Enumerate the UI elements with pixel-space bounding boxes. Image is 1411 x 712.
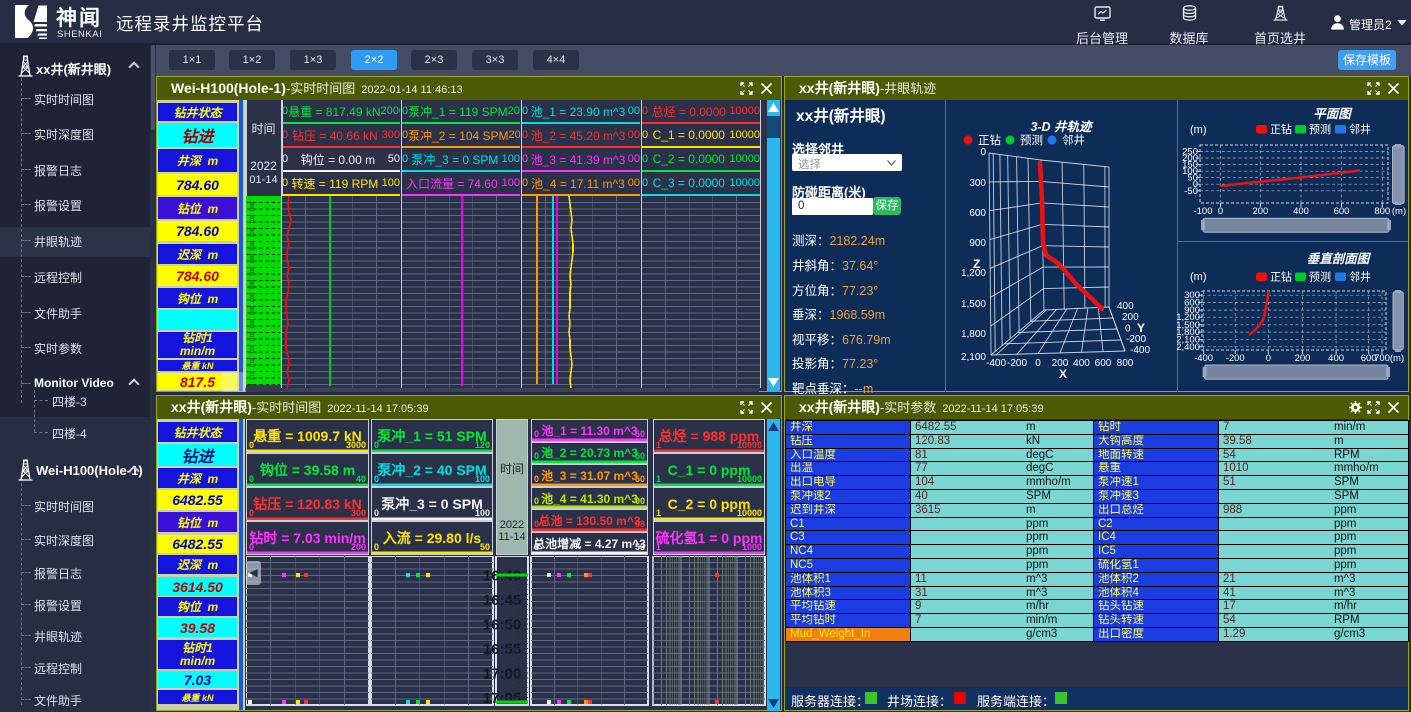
svg-text:400: 400 [1073,358,1090,369]
svg-text:805: 805 [248,267,254,276]
svg-text:-200: -200 [1226,353,1245,364]
svg-text:1,800: 1,800 [961,329,986,340]
svg-text:17:00: 17:00 [483,666,521,683]
svg-text:806: 806 [248,280,254,289]
svg-text:16:45: 16:45 [483,592,521,609]
svg-text:811: 811 [248,345,254,354]
svg-text:803: 803 [248,241,254,250]
svg-text:平面图: 平面图 [1313,107,1353,121]
svg-text:(m): (m) [1190,271,1207,283]
svg-text:预测: 预测 [1020,134,1043,147]
svg-text:预测: 预测 [1309,271,1331,284]
svg-text:Y: Y [1137,321,1145,335]
svg-text:邻井: 邻井 [1062,133,1085,147]
svg-text:600: 600 [969,208,986,219]
svg-text:800: 800 [1117,358,1134,369]
svg-text:809: 809 [248,319,254,328]
svg-text:200: 200 [1252,206,1268,217]
svg-text:400: 400 [1117,301,1134,312]
svg-text:正钻: 正钻 [1270,270,1292,284]
svg-text:(m): (m) [1392,206,1406,217]
svg-text:808: 808 [248,306,254,315]
svg-text:812: 812 [248,358,254,367]
svg-text:0: 0 [1125,324,1131,335]
svg-text:3-D 井轨迹: 3-D 井轨迹 [1030,120,1094,134]
svg-text:0: 0 [980,147,986,158]
svg-text:邻井: 邻井 [1349,122,1371,136]
svg-text:600: 600 [1334,206,1350,217]
svg-text:807: 807 [248,293,254,302]
svg-text:16:55: 16:55 [483,641,521,658]
svg-text:810: 810 [248,332,254,341]
svg-text:0: 0 [1035,358,1041,369]
svg-text:-200: -200 [1007,358,1027,369]
svg-text:垂直剖面图: 垂直剖面图 [1307,252,1372,266]
svg-text:813: 813 [248,371,254,380]
svg-text:-100: -100 [1193,206,1212,217]
svg-text:0: 0 [1266,353,1271,364]
svg-text:800: 800 [248,202,254,211]
svg-text:804: 804 [248,254,254,263]
svg-text:正钻: 正钻 [1270,122,1292,136]
svg-text:正钻: 正钻 [978,133,1001,147]
svg-text:X: X [1059,367,1067,381]
svg-text:200: 200 [1295,353,1311,364]
svg-text:801: 801 [248,215,254,224]
svg-text:(m): (m) [1190,124,1207,136]
svg-text:预测: 预测 [1309,123,1331,136]
svg-text:2,100: 2,100 [961,352,986,363]
svg-text:-400: -400 [1130,345,1150,356]
svg-text:-400: -400 [1194,353,1213,364]
svg-text:0: 0 [1218,206,1223,217]
svg-text:Z: Z [973,257,980,271]
svg-text:802: 802 [248,228,254,237]
svg-text:16:50: 16:50 [483,617,521,634]
svg-text:900: 900 [969,238,986,249]
svg-text:邻井: 邻井 [1349,270,1371,284]
svg-text:400: 400 [1293,206,1309,217]
svg-text:-50: -50 [1184,186,1198,197]
svg-text:300: 300 [969,178,986,189]
svg-text:800: 800 [1374,206,1390,217]
svg-text:(m): (m) [1390,353,1404,364]
svg-text:2,400: 2,400 [1177,342,1200,353]
svg-text:400: 400 [1328,353,1344,364]
svg-text:-400: -400 [986,358,1006,369]
svg-text:-200: -200 [1126,334,1146,345]
svg-text:600: 600 [1095,358,1112,369]
svg-text:700: 700 [1374,353,1390,364]
svg-text:1,500: 1,500 [961,299,986,310]
